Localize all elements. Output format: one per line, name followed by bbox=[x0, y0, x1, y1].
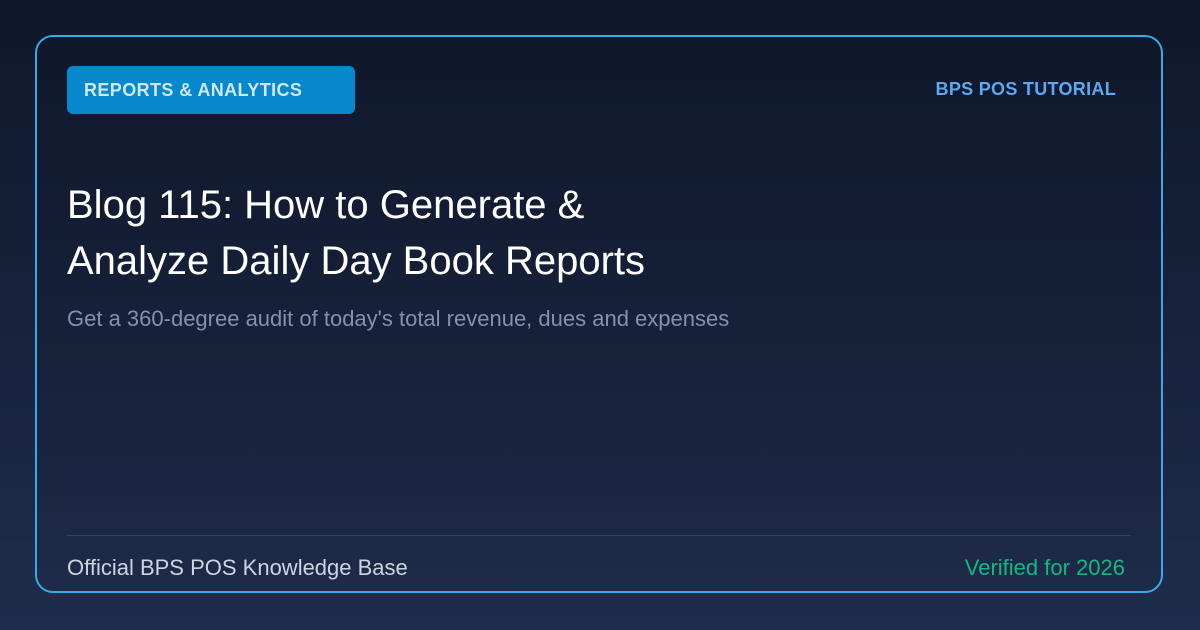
category-badge[interactable]: REPORTS & ANALYTICS bbox=[67, 66, 355, 114]
page-title: Blog 115: How to Generate & Analyze Dail… bbox=[67, 177, 767, 289]
knowledge-base-label: Official BPS POS Knowledge Base bbox=[67, 555, 408, 580]
category-badge-label: REPORTS & ANALYTICS bbox=[84, 79, 303, 100]
page-title-line-1: Blog 115: How to Generate & bbox=[67, 183, 585, 227]
page-subtitle: Get a 360-degree audit of today's total … bbox=[67, 306, 730, 331]
verified-label: Verified for 2026 bbox=[964, 555, 1125, 580]
page-title-line-2: Analyze Daily Day Book Reports bbox=[67, 239, 646, 283]
blog-card: REPORTS & ANALYTICS BPS POS TUTORIAL Blo… bbox=[35, 35, 1163, 593]
tutorial-label[interactable]: BPS POS TUTORIAL bbox=[936, 79, 1116, 100]
footer-divider bbox=[67, 535, 1131, 536]
